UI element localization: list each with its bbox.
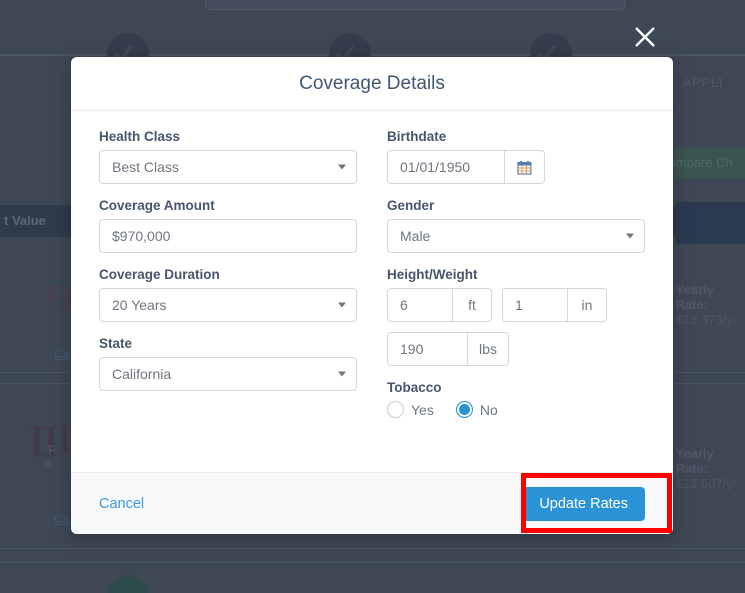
modal-body: Health Class Best Class Coverage Amount … bbox=[71, 111, 673, 472]
height-inches-input[interactable]: 1 bbox=[502, 288, 567, 322]
tobacco-no-label: No bbox=[479, 401, 498, 418]
height-inches-value: 1 bbox=[515, 297, 523, 313]
tobacco-label: Tobacco bbox=[387, 380, 442, 395]
background-carrier-sub-bold: F bbox=[48, 443, 56, 457]
left-column: Health Class Best Class Coverage Amount … bbox=[99, 129, 357, 462]
height-feet-value: 6 bbox=[400, 297, 408, 313]
state-value: California bbox=[112, 366, 172, 382]
height-row: 6 ft 1 in bbox=[387, 288, 645, 322]
modal-header: Coverage Details bbox=[71, 57, 673, 111]
weight-value: 190 bbox=[400, 341, 424, 357]
app-root: APPLI Compare Ch t Value Ө Ca ∏] F A Ca … bbox=[0, 0, 745, 593]
background-carrier-sub: A bbox=[44, 458, 53, 472]
tobacco-option-no[interactable]: No bbox=[455, 401, 498, 418]
height-feet-group: 6 ft bbox=[387, 288, 492, 322]
update-rates-button[interactable]: Update Rates bbox=[522, 486, 645, 521]
health-class-select[interactable]: Best Class bbox=[99, 150, 357, 184]
coverage-amount-value: $970,000 bbox=[112, 228, 171, 244]
health-class-label: Health Class bbox=[99, 129, 181, 144]
tobacco-yes-label: Yes bbox=[411, 401, 434, 418]
coverage-amount-input[interactable]: $970,000 bbox=[99, 219, 357, 253]
background-rate-2: Yearly Rate: $13,507/yr bbox=[676, 446, 737, 491]
modal-title: Coverage Details bbox=[299, 72, 445, 94]
health-class-field: Health Class Best Class bbox=[99, 129, 357, 184]
coverage-duration-field: Coverage Duration 20 Years bbox=[99, 267, 357, 322]
background-rate-1: Yearly Rate: $13,373/yr bbox=[676, 282, 737, 327]
close-icon[interactable] bbox=[632, 24, 658, 50]
background-row-divider-3 bbox=[0, 548, 745, 549]
background-carrier-link-1: Ca bbox=[54, 347, 70, 361]
coverage-amount-field: Coverage Amount $970,000 bbox=[99, 198, 357, 253]
health-class-value: Best Class bbox=[112, 159, 179, 175]
birthdate-field: Birthdate 01/01/1950 bbox=[387, 129, 645, 184]
height-inches-group: 1 in bbox=[502, 288, 607, 322]
gender-value: Male bbox=[400, 228, 431, 244]
coverage-amount-label: Coverage Amount bbox=[99, 198, 215, 213]
tobacco-option-yes[interactable]: Yes bbox=[387, 401, 434, 418]
background-rate-2-label-line2: Rate: bbox=[675, 461, 709, 476]
coverage-details-modal: Coverage Details Health Class Best Class… bbox=[71, 57, 673, 534]
background-rate-2-label-line1: Yearly bbox=[675, 446, 714, 461]
modal-footer: Cancel Update Rates bbox=[71, 472, 673, 534]
height-weight-field: Height/Weight 6 ft 1 in 190 lbs bbox=[387, 267, 645, 366]
height-feet-input[interactable]: 6 bbox=[387, 288, 452, 322]
birthdate-input[interactable]: 01/01/1950 bbox=[387, 150, 505, 184]
height-feet-unit: ft bbox=[452, 288, 492, 322]
height-inches-unit: in bbox=[567, 288, 607, 322]
chevron-down-icon bbox=[338, 302, 346, 308]
weight-unit: lbs bbox=[467, 332, 509, 366]
background-rate-1-label-line2: Rate: bbox=[675, 297, 709, 312]
radio-no-icon bbox=[455, 401, 473, 418]
gender-field: Gender Male bbox=[387, 198, 645, 253]
chevron-down-icon bbox=[338, 164, 346, 170]
state-field: State California bbox=[99, 336, 357, 391]
background-dark-bar bbox=[676, 202, 745, 244]
background-rate-1-label-line1: Yearly bbox=[675, 282, 714, 297]
state-label: State bbox=[99, 336, 133, 351]
gender-label: Gender bbox=[387, 198, 435, 213]
birthdate-label: Birthdate bbox=[387, 129, 447, 144]
tobacco-field: Tobacco Yes No bbox=[387, 380, 645, 418]
tobacco-radio-group: Yes No bbox=[387, 401, 645, 418]
chevron-down-icon bbox=[626, 233, 634, 239]
radio-yes-icon bbox=[387, 401, 404, 418]
gender-select[interactable]: Male bbox=[387, 219, 645, 253]
coverage-duration-value: 20 Years bbox=[112, 297, 167, 313]
background-apply-label: APPLI bbox=[683, 75, 723, 90]
background-carrier-link-2: Ca bbox=[54, 512, 70, 526]
background-bottom-circle bbox=[108, 575, 148, 593]
calendar-icon[interactable] bbox=[504, 150, 545, 184]
coverage-duration-label: Coverage Duration bbox=[99, 267, 220, 282]
coverage-duration-select[interactable]: 20 Years bbox=[99, 288, 357, 322]
weight-input[interactable]: 190 bbox=[387, 332, 467, 366]
chevron-down-icon bbox=[338, 371, 346, 377]
cancel-button[interactable]: Cancel bbox=[99, 496, 144, 512]
background-rate-1-amount: $13,373/yr bbox=[675, 312, 737, 327]
background-row-divider-4 bbox=[0, 562, 745, 563]
background-top-card bbox=[205, 0, 625, 10]
right-column: Birthdate 01/01/1950 Gender Male Height/… bbox=[387, 129, 645, 462]
weight-group: 190 lbs bbox=[387, 332, 509, 366]
birthdate-input-group: 01/01/1950 bbox=[387, 150, 545, 184]
birthdate-value: 01/01/1950 bbox=[400, 159, 471, 175]
background-rate-2-amount: $13,507/yr bbox=[675, 476, 737, 491]
state-select[interactable]: California bbox=[99, 357, 357, 391]
height-weight-label: Height/Weight bbox=[387, 267, 478, 282]
